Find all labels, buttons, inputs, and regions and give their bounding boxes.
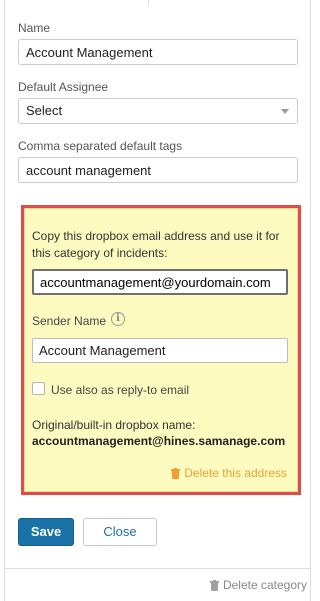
name-input[interactable] xyxy=(18,39,298,65)
chevron-down-icon xyxy=(281,109,289,114)
reply-to-label: Use also as reply-to email xyxy=(51,383,190,397)
delete-category-link[interactable]: Delete category xyxy=(209,578,307,592)
delete-address-link[interactable]: Delete this address xyxy=(171,466,287,480)
tags-input[interactable] xyxy=(18,157,298,183)
original-dropbox-label: Original/built-in dropbox name: xyxy=(32,418,196,432)
sender-name-label: Sender Name xyxy=(32,314,107,328)
footer-divider xyxy=(5,568,310,569)
dropbox-settings-box: Copy this dropbox email address and use … xyxy=(21,205,301,495)
dropbox-copy-hint: Copy this dropbox email address and use … xyxy=(32,229,280,260)
tags-label: Comma separated default tags xyxy=(18,139,183,153)
trash-icon xyxy=(171,467,181,479)
delete-address-label: Delete this address xyxy=(184,466,287,480)
close-button[interactable]: Close xyxy=(83,518,157,546)
name-label: Name xyxy=(18,21,51,35)
default-assignee-label: Default Assignee xyxy=(18,80,109,94)
dropbox-email-input[interactable] xyxy=(32,269,288,295)
default-assignee-select[interactable]: Select xyxy=(18,98,298,124)
info-icon[interactable]: i xyxy=(111,312,125,326)
trash-icon xyxy=(209,579,219,591)
original-dropbox-value: accountmanagement@hines.samanage.com xyxy=(32,434,286,448)
panel-notch xyxy=(148,0,149,5)
sender-name-input[interactable] xyxy=(32,338,288,363)
delete-category-label: Delete category xyxy=(222,578,307,592)
reply-to-checkbox[interactable] xyxy=(32,382,45,395)
save-button[interactable]: Save xyxy=(18,518,74,546)
default-assignee-value: Select xyxy=(26,103,63,118)
